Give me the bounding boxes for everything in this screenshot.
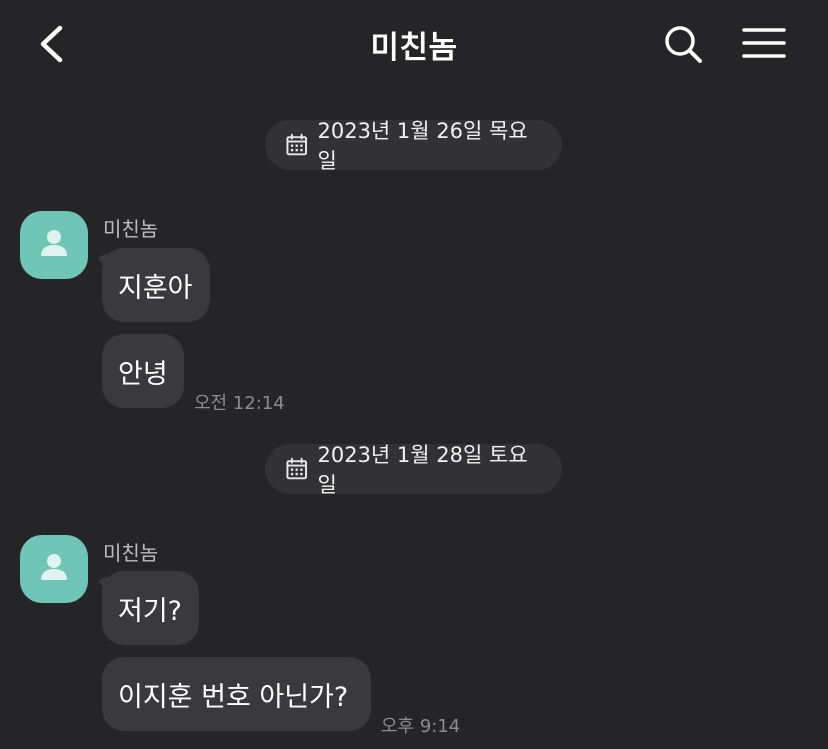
search-icon (665, 26, 702, 63)
message-text: 저기? (118, 595, 183, 627)
chat-screen: 미친놈 2023년 1월 26일 목요일 미친놈 지훈아 안녕 오전 12:14… (0, 0, 828, 749)
date-divider: 2023년 1월 28일 토요일 (265, 443, 562, 497)
default-profile-icon (41, 554, 67, 580)
avatar[interactable] (20, 535, 88, 603)
hamburger-menu-icon (742, 28, 786, 58)
message-text: 이지훈 번호 아닌가? (118, 681, 349, 713)
message-timestamp: 오후 9:14 (381, 716, 461, 737)
avatar[interactable] (20, 211, 88, 279)
date-text: 2023년 1월 28일 토요일 (317, 443, 528, 497)
date-divider: 2023년 1월 26일 목요일 (265, 119, 562, 173)
chat-header: 미친놈 (0, 0, 828, 88)
date-text: 2023년 1월 26일 목요일 (317, 119, 528, 173)
calendar-icon (286, 457, 308, 480)
message-text: 안녕 (118, 358, 168, 390)
message-bubble[interactable]: 지훈아 (102, 248, 210, 322)
message-text: 지훈아 (118, 272, 193, 304)
menu-button[interactable] (740, 24, 788, 64)
sender-name: 미친놈 (103, 541, 159, 565)
message-timestamp: 오전 12:14 (194, 393, 285, 414)
calendar-icon (286, 133, 308, 156)
message-bubble[interactable]: 안녕 (102, 334, 184, 408)
sender-name: 미친놈 (103, 217, 159, 241)
message-bubble[interactable]: 저기? (102, 571, 199, 645)
search-button[interactable] (660, 22, 706, 66)
message-bubble[interactable]: 이지훈 번호 아닌가? (102, 657, 371, 731)
default-profile-icon (41, 230, 67, 256)
